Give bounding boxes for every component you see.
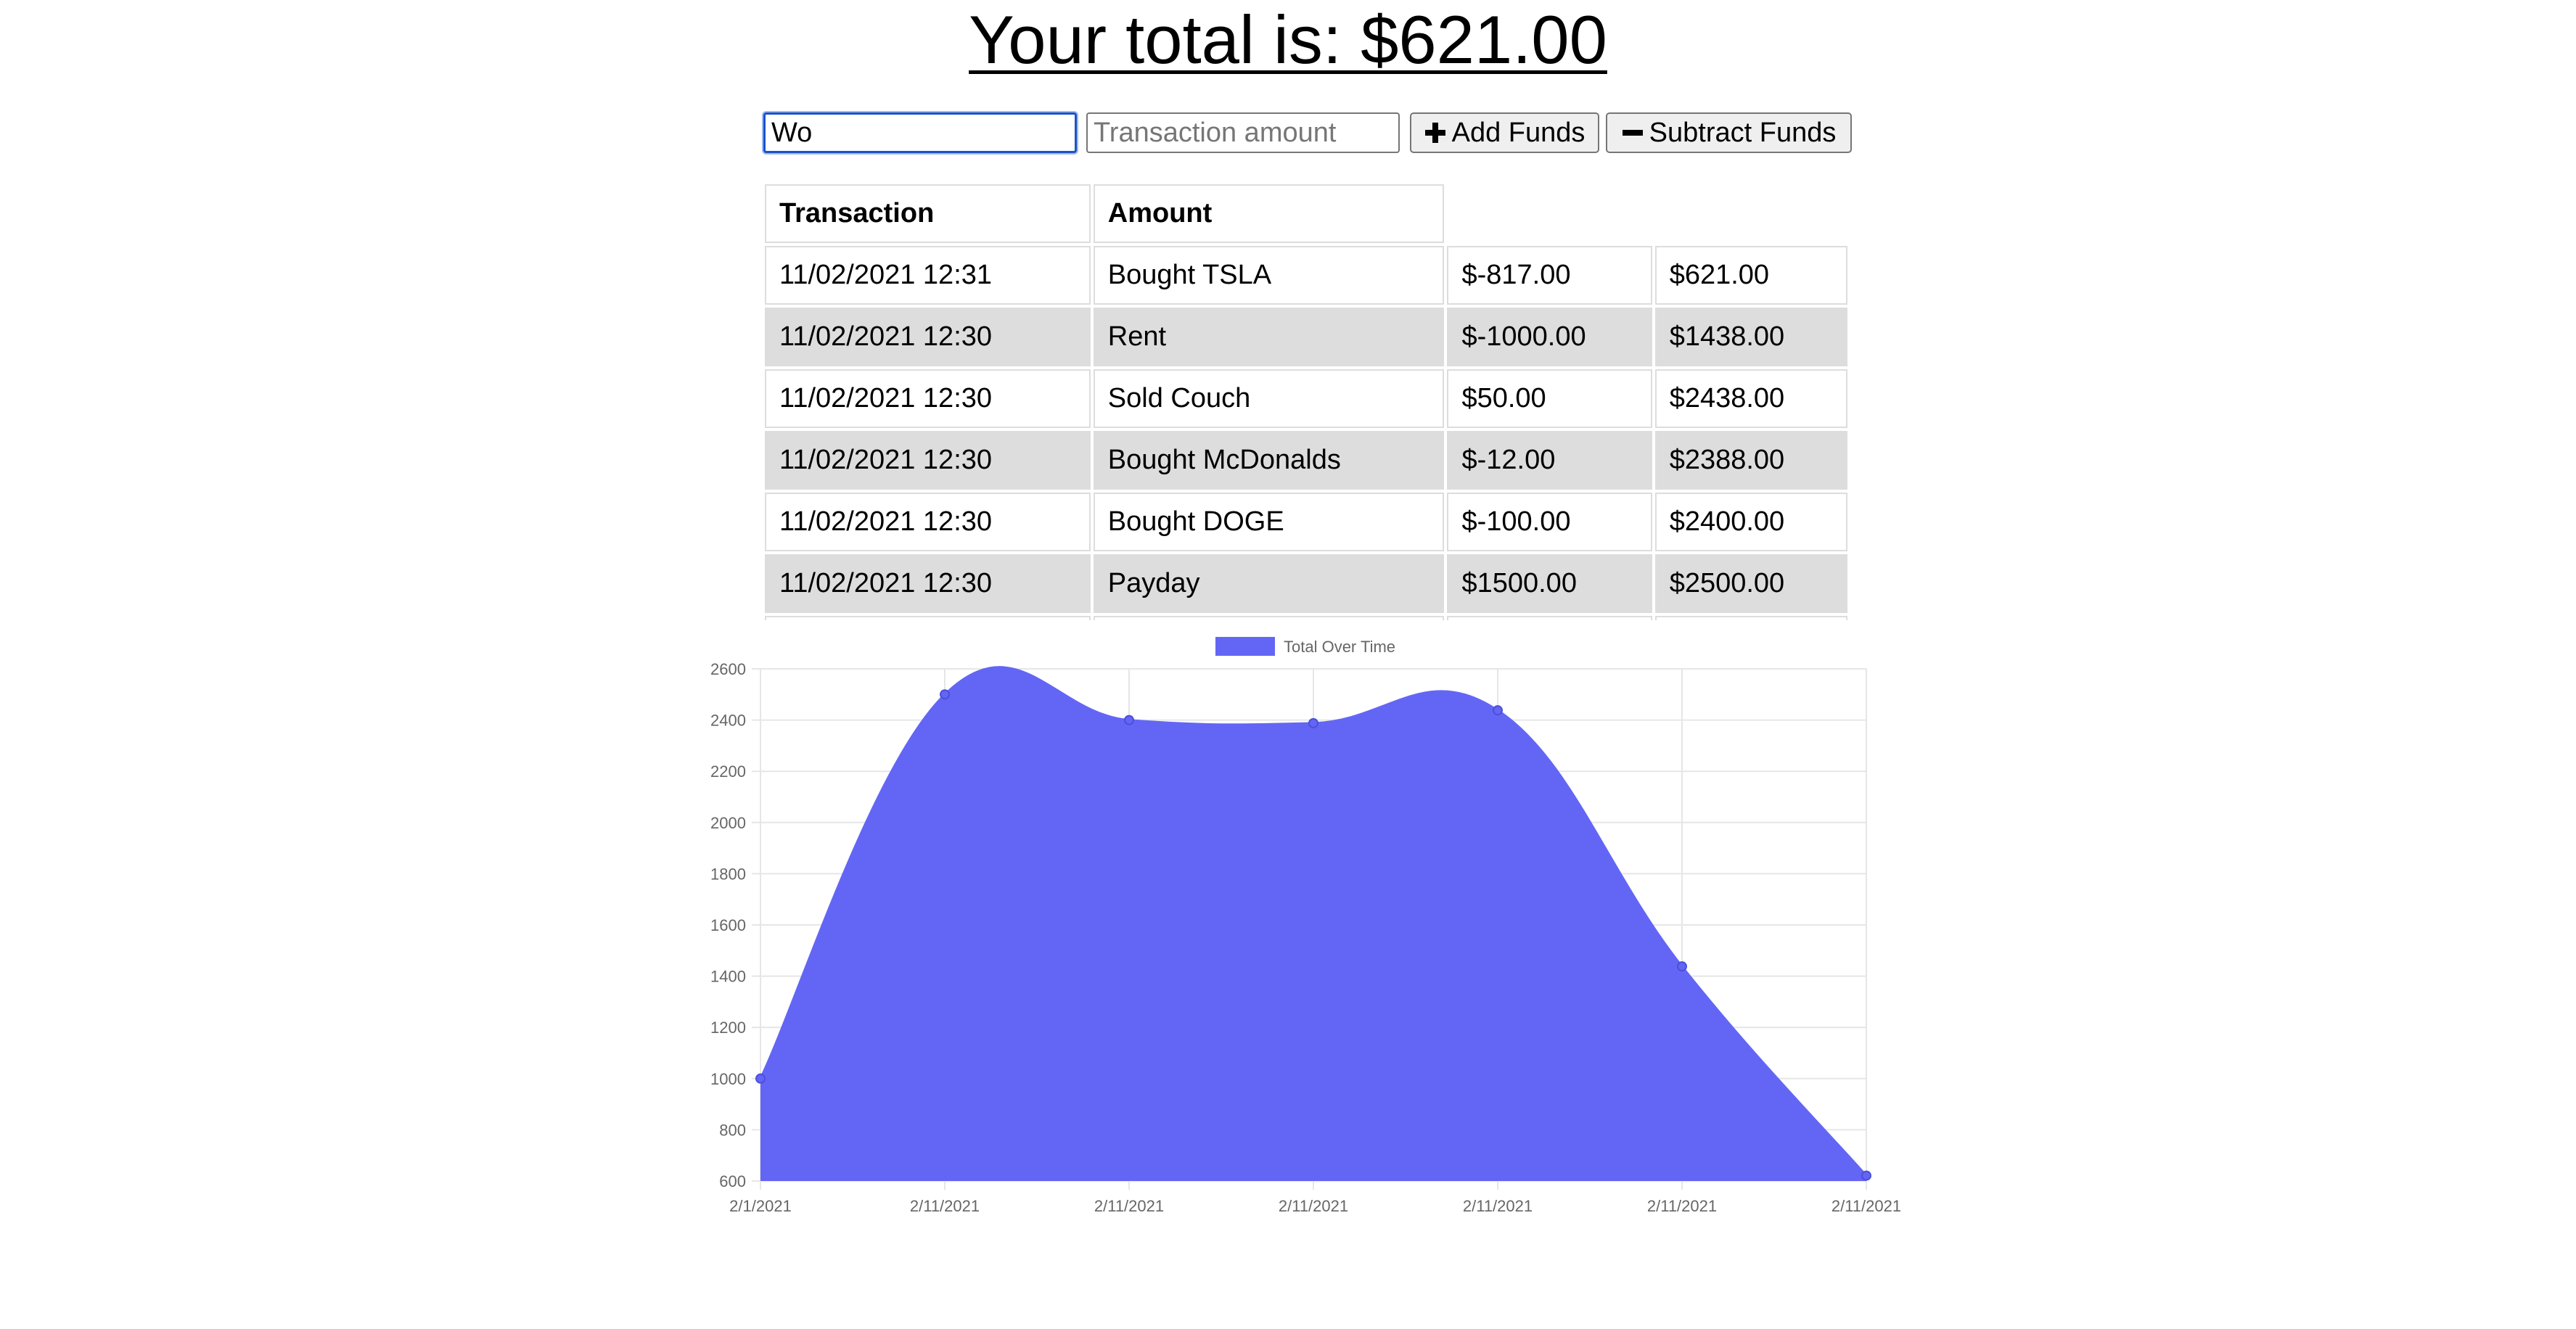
y-tick-label: 2400 [710, 712, 746, 730]
transaction-amount-input[interactable] [1086, 112, 1400, 153]
data-point [1677, 961, 1687, 972]
row-date: 11/02/2021 12:30 [765, 554, 1091, 613]
table-row: 11/02/2021 12:30 Bought DOGE $-100.00 $2… [765, 493, 1847, 551]
x-tick-label: 2/11/2021 [1647, 1197, 1717, 1215]
row-name: Bought TSLA [1093, 246, 1445, 305]
transaction-name-input[interactable] [763, 112, 1077, 153]
row-name: Bought McDonalds [1093, 431, 1445, 490]
header-amount: Amount [1093, 184, 1445, 243]
table-row: 11/02/2021 12:30 Sold Couch $50.00 $2438… [765, 369, 1847, 428]
x-tick-label: 2/1/2021 [729, 1197, 792, 1215]
legend-label: Total Over Time [1284, 638, 1395, 656]
row-date [765, 616, 1091, 620]
y-tick-label: 2200 [710, 762, 746, 781]
y-tick-label: 2000 [710, 814, 746, 832]
data-point [940, 689, 950, 700]
row-total: $621.00 [1654, 246, 1847, 305]
row-amount: $1500.00 [1447, 554, 1652, 613]
y-tick-label: 800 [719, 1121, 746, 1139]
transactions-table-container[interactable]: Transaction Amount 11/02/2021 12:31 Boug… [762, 181, 1850, 620]
row-name [1093, 616, 1445, 620]
row-amount: $-12.00 [1447, 431, 1652, 490]
row-amount: $-100.00 [1447, 493, 1652, 551]
y-tick-label: 600 [719, 1172, 746, 1190]
row-date: 11/02/2021 12:30 [765, 493, 1091, 551]
y-tick-label: 1400 [710, 968, 746, 986]
row-date: 11/02/2021 12:31 [765, 246, 1091, 305]
x-tick-label: 2/11/2021 [910, 1197, 980, 1215]
table-row-partial [765, 616, 1847, 620]
add-funds-label: Add Funds [1451, 117, 1586, 148]
table-row: 11/02/2021 12:31 Bought TSLA $-817.00 $6… [765, 246, 1847, 305]
row-name: Sold Couch [1093, 369, 1445, 428]
legend-swatch [1215, 637, 1275, 656]
y-tick-label: 1200 [710, 1019, 746, 1037]
x-tick-label: 2/11/2021 [1831, 1197, 1901, 1215]
row-date: 11/02/2021 12:30 [765, 308, 1091, 366]
table-row: 11/02/2021 12:30 Rent $-1000.00 $1438.00 [765, 308, 1847, 366]
subtract-funds-label: Subtract Funds [1649, 117, 1837, 148]
table-row: 11/02/2021 12:30 Payday $1500.00 $2500.0… [765, 554, 1847, 613]
row-total [1654, 616, 1847, 620]
total-over-time-chart-container: 600 800 1000 1200 1400 1600 1800 2000 2200 2400 26… [675, 624, 1908, 1226]
x-tick-label: 2/11/2021 [1279, 1197, 1348, 1215]
y-tick-label: 1800 [710, 865, 746, 883]
subtract-funds-button[interactable]: Subtract Funds [1606, 112, 1852, 153]
row-amount: $-1000.00 [1447, 308, 1652, 366]
row-date: 11/02/2021 12:30 [765, 431, 1091, 490]
header-transaction: Transaction [765, 184, 1091, 243]
row-name: Payday [1093, 554, 1445, 613]
data-point [1861, 1170, 1871, 1181]
row-total: $2438.00 [1654, 369, 1847, 428]
series-area [760, 667, 1866, 1181]
transactions-table: Transaction Amount 11/02/2021 12:31 Boug… [762, 181, 1850, 620]
minus-icon [1622, 122, 1644, 144]
row-date: 11/02/2021 12:30 [765, 369, 1091, 428]
row-total: $2400.00 [1654, 493, 1847, 551]
add-funds-button[interactable]: Add Funds [1410, 112, 1599, 153]
table-header-row: Transaction Amount [765, 184, 1847, 243]
row-name: Bought DOGE [1093, 493, 1445, 551]
x-tick-label: 2/11/2021 [1463, 1197, 1533, 1215]
data-point [755, 1073, 766, 1084]
data-point [1124, 715, 1134, 725]
row-total: $2500.00 [1654, 554, 1847, 613]
y-tick-label: 1600 [710, 916, 746, 934]
row-total: $1438.00 [1654, 308, 1847, 366]
plus-icon [1424, 122, 1446, 144]
data-point [1493, 705, 1503, 716]
row-name: Rent [1093, 308, 1445, 366]
row-amount: $-817.00 [1447, 246, 1652, 305]
header-blank [1447, 184, 1652, 243]
row-total: $2388.00 [1654, 431, 1847, 490]
y-tick-label: 2600 [710, 660, 746, 678]
row-amount: $50.00 [1447, 369, 1652, 428]
total-heading: Your total is: $621.00 [969, 1, 1607, 78]
x-tick-label: 2/11/2021 [1094, 1197, 1164, 1215]
header-blank [1655, 184, 1847, 243]
total-over-time-chart: 600 800 1000 1200 1400 1600 1800 2000 2200 2400 26… [710, 637, 1901, 1215]
data-point [1308, 717, 1318, 728]
row-amount [1447, 616, 1652, 620]
table-row: 11/02/2021 12:30 Bought McDonalds $-12.0… [765, 431, 1847, 490]
y-tick-label: 1000 [710, 1070, 746, 1088]
